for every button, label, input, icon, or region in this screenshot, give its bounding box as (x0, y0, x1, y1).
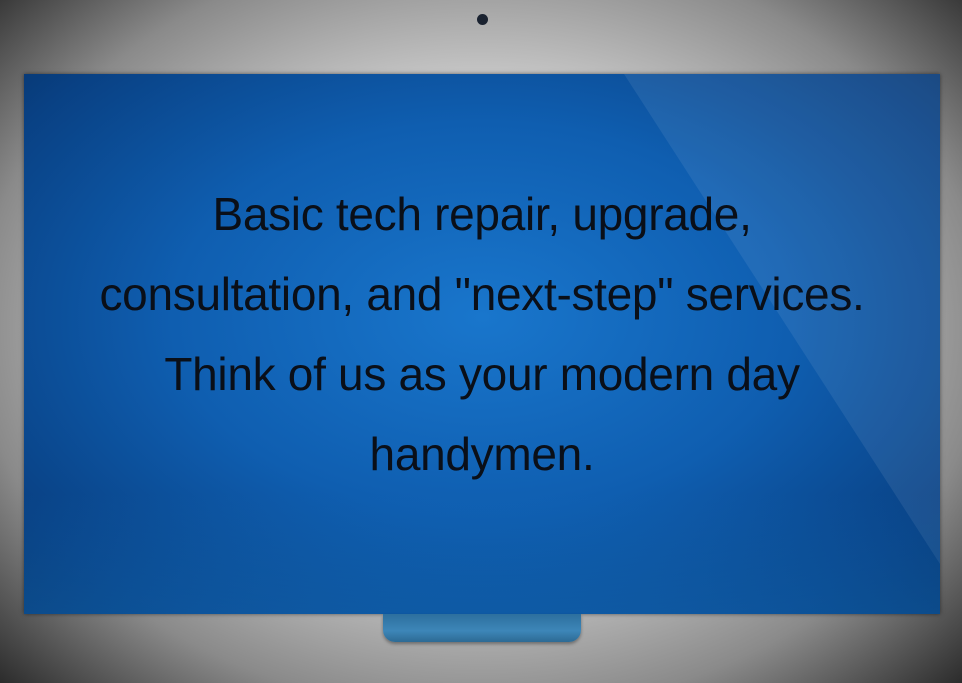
message-line: consultation, and "next-step" services. (99, 268, 865, 320)
message-line: Think of us as your modern day (164, 348, 800, 400)
camera-dot (477, 14, 488, 25)
monitor-stand (383, 614, 581, 642)
screen-bottom-glow (24, 494, 940, 614)
monitor-screen: Basic tech repair, upgrade, consultation… (24, 74, 940, 614)
service-message: Basic tech repair, upgrade, consultation… (24, 174, 940, 494)
message-line: handymen. (369, 428, 595, 480)
message-line: Basic tech repair, upgrade, (212, 188, 752, 240)
